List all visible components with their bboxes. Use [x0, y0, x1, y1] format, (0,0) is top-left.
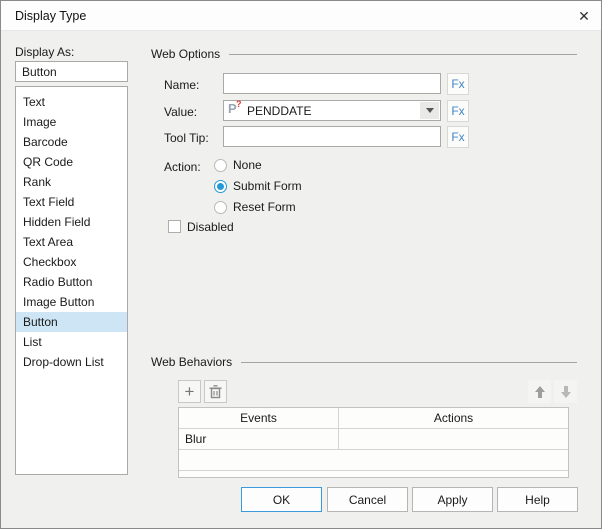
value-fx-button[interactable]: Fx [447, 100, 469, 122]
value-combobox-text: PENDDATE [247, 103, 312, 118]
action-cell[interactable] [339, 429, 568, 450]
web-behaviors-title: Web Behaviors [151, 355, 233, 369]
radio-none-icon[interactable] [214, 158, 227, 172]
value-label: Value: [164, 105, 198, 119]
name-fx-button[interactable]: Fx [447, 73, 469, 95]
display-type-listbox[interactable]: Text Image Barcode QR Code Rank Text Fie… [15, 86, 128, 475]
tooltip-input[interactable] [223, 126, 441, 147]
list-item[interactable]: Drop-down List [16, 352, 127, 372]
display-type-dialog: Display Type ✕ Display As: Text Image Ba… [0, 0, 602, 529]
list-item[interactable]: Text Field [16, 192, 127, 212]
up-arrow-icon [534, 385, 545, 398]
separator-line [229, 54, 577, 55]
actions-column-header: Actions [339, 408, 568, 429]
list-item[interactable]: Image Button [16, 292, 127, 312]
name-label: Name: [164, 78, 200, 92]
list-item-selected[interactable]: Button [16, 312, 127, 332]
list-item[interactable]: Barcode [16, 132, 127, 152]
disabled-checkbox-label[interactable]: Disabled [187, 220, 234, 234]
titlebar: Display Type [1, 1, 601, 31]
trash-icon [209, 384, 222, 398]
list-item[interactable]: Checkbox [16, 252, 127, 272]
disabled-checkbox[interactable] [168, 220, 181, 233]
apply-button[interactable]: Apply [412, 487, 493, 512]
down-arrow-icon [560, 385, 571, 398]
web-behaviors-header: Web Behaviors [151, 355, 577, 369]
list-item[interactable]: Hidden Field [16, 212, 127, 232]
radio-option-submit-form[interactable]: Submit Form [214, 179, 302, 193]
delete-behavior-button[interactable] [204, 380, 227, 403]
list-item[interactable]: Text Area [16, 232, 127, 252]
action-label: Action: [164, 160, 201, 174]
radio-none-label[interactable]: None [233, 158, 262, 172]
add-behavior-button[interactable]: + [178, 380, 201, 403]
tooltip-label: Tool Tip: [164, 131, 209, 145]
combo-dropdown-arrow-icon[interactable] [420, 102, 439, 119]
radio-reset-form-icon[interactable] [214, 200, 227, 214]
help-button[interactable]: Help [497, 487, 578, 512]
value-combobox[interactable]: P ? PENDDATE [223, 99, 441, 121]
list-item[interactable]: List [16, 332, 127, 352]
web-options-title: Web Options [151, 47, 221, 61]
behaviors-table: Events Actions Blur [178, 407, 569, 478]
display-as-input[interactable] [15, 61, 128, 82]
radio-option-none[interactable]: None [214, 158, 262, 172]
ok-button[interactable]: OK [241, 487, 322, 512]
radio-reset-form-label[interactable]: Reset Form [233, 200, 296, 214]
tooltip-fx-button[interactable]: Fx [447, 126, 469, 148]
list-item[interactable]: Text [16, 92, 127, 112]
list-item[interactable]: Image [16, 112, 127, 132]
radio-option-reset-form[interactable]: Reset Form [214, 200, 296, 214]
table-row[interactable]: Blur [179, 429, 568, 450]
radio-submit-form-label[interactable]: Submit Form [233, 179, 302, 193]
close-icon[interactable]: ✕ [567, 1, 601, 31]
move-up-button[interactable] [528, 380, 551, 403]
table-empty-row[interactable] [179, 450, 568, 471]
parameter-icon: P ? [228, 99, 242, 116]
dialog-title: Display Type [15, 8, 87, 23]
events-column-header: Events [179, 408, 339, 429]
separator-line [241, 362, 577, 363]
name-input[interactable] [223, 73, 441, 94]
move-down-button[interactable] [554, 380, 577, 403]
list-item[interactable]: Radio Button [16, 272, 127, 292]
event-cell[interactable]: Blur [179, 429, 339, 450]
list-item[interactable]: QR Code [16, 152, 127, 172]
cancel-button[interactable]: Cancel [327, 487, 408, 512]
table-header-row: Events Actions [179, 408, 568, 429]
display-as-label: Display As: [15, 45, 75, 59]
web-options-header: Web Options [151, 47, 577, 61]
list-item[interactable]: Rank [16, 172, 127, 192]
radio-submit-form-icon-checked[interactable] [214, 179, 227, 193]
